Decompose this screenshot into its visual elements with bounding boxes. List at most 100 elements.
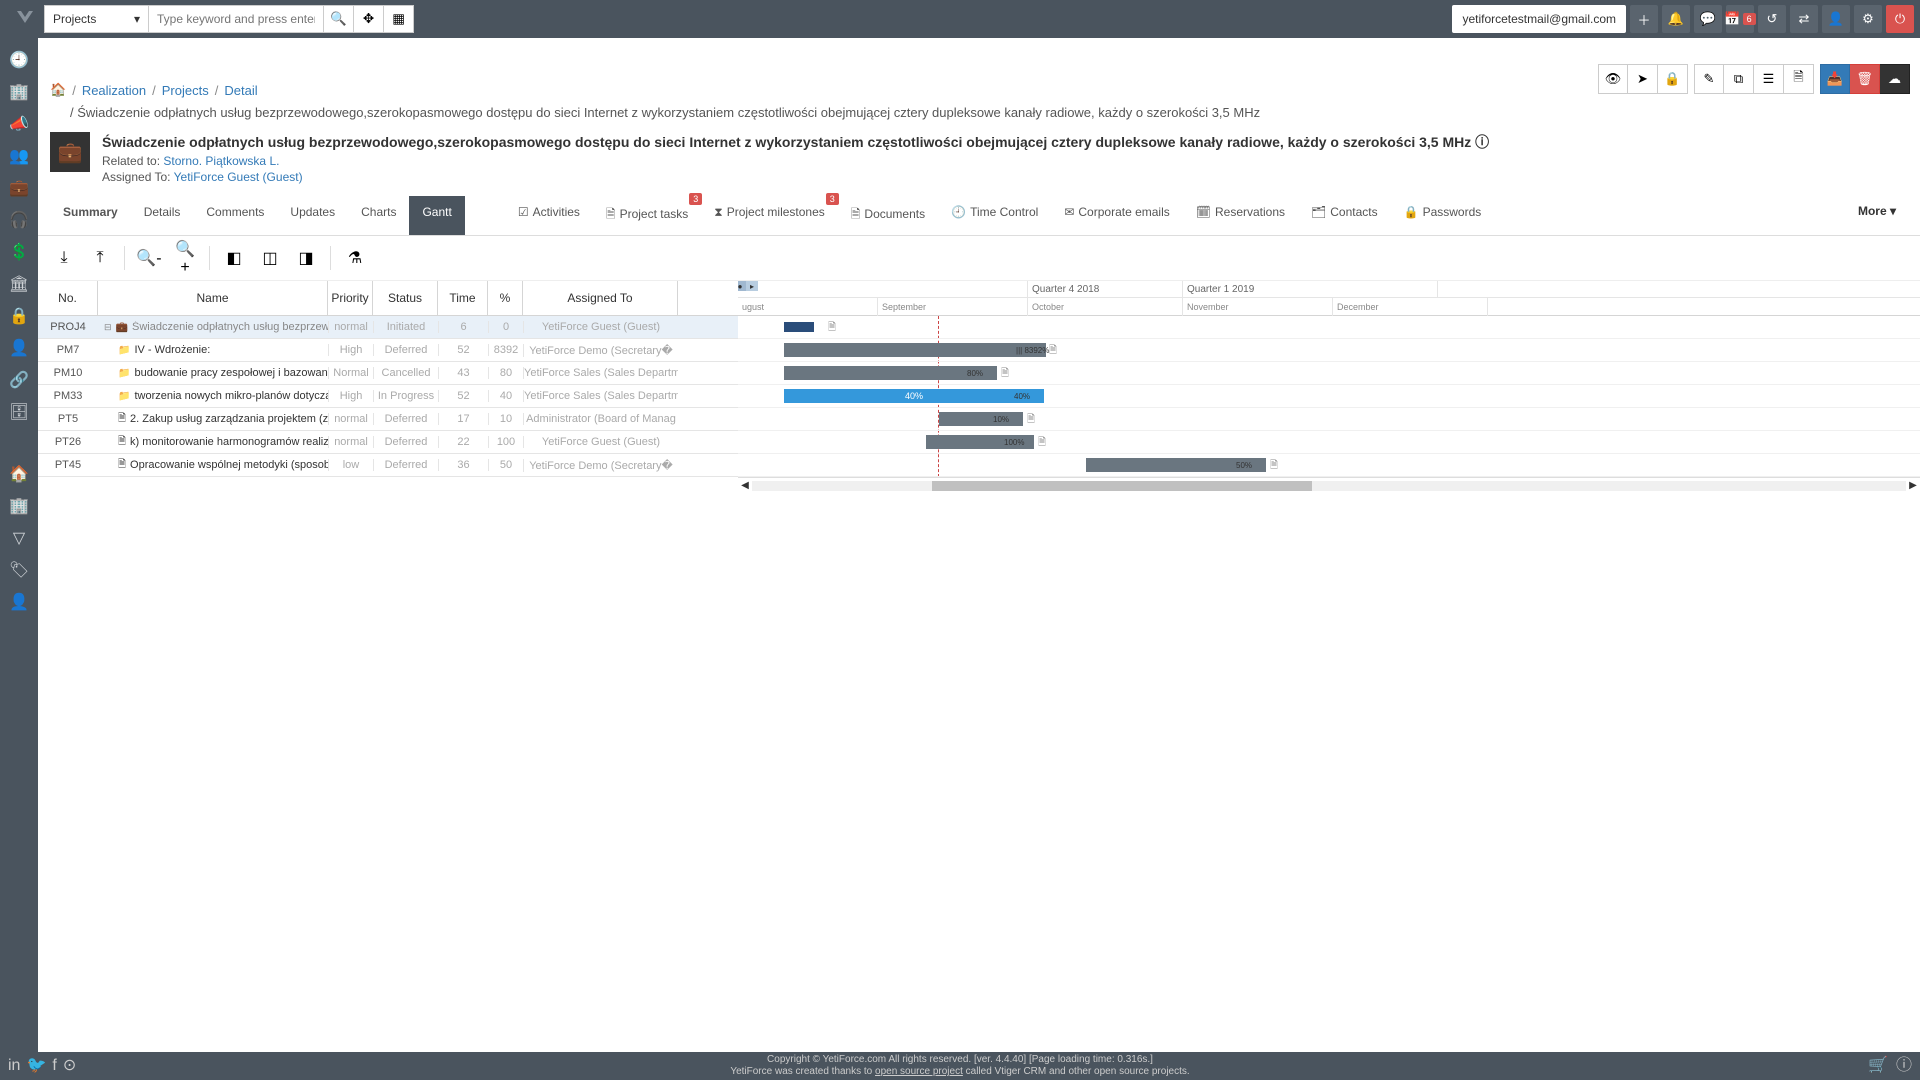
sidebar-projects[interactable]: 💼 — [0, 172, 38, 204]
transfer-button[interactable]: ⇄ — [1790, 5, 1818, 33]
gantt-bar[interactable] — [939, 412, 1023, 426]
sidebar-companies[interactable]: 🏢 — [0, 76, 38, 108]
tab-updates[interactable]: Updates — [277, 196, 348, 235]
watch-button[interactable]: 👁 — [1598, 76, 1628, 94]
quick-create-button[interactable]: ＋ — [1630, 5, 1658, 33]
tab-documents[interactable]: 🗎Documents — [838, 196, 938, 235]
sidebar-dashboard[interactable]: 🕘 — [0, 44, 38, 76]
grid-search-button[interactable]: ▦ — [384, 5, 414, 33]
edit-button[interactable]: ✎ — [1694, 76, 1724, 94]
gantt-row[interactable]: PT5🗎2. Zakup usług zarządzania projektem… — [38, 408, 738, 431]
tab-reservations[interactable]: 🗓Reservations — [1183, 196, 1298, 235]
layout-left-button[interactable]: ◧ — [222, 246, 246, 270]
gantt-row[interactable]: PT45🗎Opracowanie wspólnej metodyki (spos… — [38, 454, 738, 477]
gantt-bar[interactable] — [784, 343, 1046, 357]
info-icon[interactable]: ⓘ — [1475, 134, 1489, 150]
export-button[interactable]: ☁ — [1880, 76, 1910, 94]
search-button[interactable]: 🔍 — [324, 5, 354, 33]
sidebar-finance[interactable]: 💲 — [0, 236, 38, 268]
scroll-left[interactable]: ◀ — [738, 480, 752, 491]
send-button[interactable]: ➤ — [1628, 76, 1658, 94]
tab-summary[interactable]: Summary — [50, 196, 131, 235]
tab-charts[interactable]: Charts — [348, 196, 409, 235]
global-search-input[interactable] — [149, 5, 324, 33]
list-button[interactable]: ☰ — [1754, 76, 1784, 94]
lock-button[interactable]: 🔒 — [1658, 76, 1688, 94]
col-header-no[interactable]: No. — [38, 281, 98, 315]
expand-toggle[interactable]: ⊟ — [104, 322, 112, 333]
sidebar-support[interactable]: 🎧 — [0, 204, 38, 236]
footer-link[interactable]: open source project — [875, 1066, 963, 1077]
duplicate-button[interactable]: ⧉ — [1724, 76, 1754, 94]
gantt-nav-next[interactable]: ▸ — [746, 281, 758, 291]
twitter-icon[interactable]: 🐦 — [26, 1056, 46, 1075]
col-header-pct[interactable]: % — [488, 281, 523, 315]
notifications-button[interactable]: 🔔 — [1662, 5, 1690, 33]
breadcrumb-projects[interactable]: Projects — [162, 83, 209, 98]
tab-comments[interactable]: Comments — [193, 196, 277, 235]
gantt-bar[interactable]: 40% — [784, 389, 1044, 403]
breadcrumb-detail[interactable]: Detail — [224, 83, 257, 98]
archive-button[interactable]: 📥 — [1820, 76, 1850, 94]
sidebar-campaigns[interactable]: 📣 — [0, 108, 38, 140]
tab-time-control[interactable]: 🕘Time Control — [938, 196, 1051, 235]
sidebar-security[interactable]: 🔒 — [0, 300, 38, 332]
tab-gantt[interactable]: Gantt — [409, 196, 464, 235]
sidebar-database[interactable]: 🗄 — [0, 396, 38, 428]
tab-activities[interactable]: ☑Activities — [505, 196, 593, 235]
col-header-status[interactable]: Status — [373, 281, 438, 315]
delete-button[interactable]: 🗑 — [1850, 76, 1880, 94]
sidebar-tags[interactable]: 🏷 — [0, 554, 38, 586]
scroll-right[interactable]: ▶ — [1906, 480, 1920, 491]
gantt-nav-today[interactable]: ● — [738, 281, 746, 291]
col-header-priority[interactable]: Priority — [328, 281, 373, 315]
sidebar-filter[interactable]: ▽ — [0, 522, 38, 554]
tab-project-tasks[interactable]: 🗎Project tasks3 — [593, 196, 701, 235]
scroll-track[interactable] — [752, 481, 1906, 491]
breadcrumb-realization[interactable]: Realization — [82, 83, 146, 98]
tab-corporate-emails[interactable]: ✉Corporate emails — [1051, 196, 1182, 235]
module-selector[interactable]: Projects ▾ — [44, 5, 149, 33]
document-button[interactable]: 🗎 — [1784, 76, 1814, 94]
col-header-time[interactable]: Time — [438, 281, 488, 315]
gantt-row[interactable]: PT26🗎k) monitorowanie harmonogramów real… — [38, 431, 738, 454]
tab-project-milestones[interactable]: ⧗Project milestones3 — [701, 196, 837, 235]
cart-icon[interactable]: 🛒 — [1868, 1056, 1888, 1075]
gantt-row[interactable]: PM33📁tworzenia nowych mikro-planów dotyc… — [38, 385, 738, 408]
zoom-out-button[interactable]: 🔍- — [137, 246, 161, 270]
logout-button[interactable]: ⏻ — [1886, 5, 1914, 33]
scroll-thumb[interactable] — [932, 481, 1312, 491]
gantt-bar[interactable] — [784, 322, 814, 332]
assigned-to-link[interactable]: YetiForce Guest (Guest) — [174, 170, 303, 184]
settings-button[interactable]: ⚙ — [1854, 5, 1882, 33]
calendar-button[interactable]: 📅6 — [1726, 5, 1754, 33]
col-header-assigned[interactable]: Assigned To — [523, 281, 678, 315]
expand-all-button[interactable]: ⤓ — [52, 246, 76, 270]
sidebar-integration[interactable]: 🔗 — [0, 364, 38, 396]
layout-split-button[interactable]: ◫ — [258, 246, 282, 270]
gantt-row[interactable]: PM10📁budowanie pracy zespołowej i bazowa… — [38, 362, 738, 385]
chat-button[interactable]: 💬 — [1694, 5, 1722, 33]
user-email[interactable]: yetiforcetestmail@gmail.com — [1452, 5, 1626, 33]
zoom-in-button[interactable]: 🔍+ — [173, 246, 197, 270]
tab-details[interactable]: Details — [131, 196, 194, 235]
filter-button[interactable]: ⚗ — [343, 246, 367, 270]
history-button[interactable]: ↺ — [1758, 5, 1786, 33]
sidebar-leads[interactable]: 👥 — [0, 140, 38, 172]
advanced-search-button[interactable]: ✥ — [354, 5, 384, 33]
related-to-link[interactable]: Storno. Piątkowska L. — [163, 154, 279, 168]
github-icon[interactable]: ⊙ — [63, 1056, 76, 1075]
tab-contacts[interactable]: 🗂Contacts — [1298, 196, 1391, 235]
collapse-all-button[interactable]: ⤒ — [88, 246, 112, 270]
col-header-name[interactable]: Name — [98, 281, 328, 315]
layout-right-button[interactable]: ◨ — [294, 246, 318, 270]
sidebar-profile[interactable]: 👤 — [0, 586, 38, 618]
sidebar-hr[interactable]: 👤 — [0, 332, 38, 364]
sidebar-buildings[interactable]: 🏢 — [0, 490, 38, 522]
facebook-icon[interactable]: f — [52, 1056, 56, 1075]
sidebar-home[interactable]: 🏠 — [0, 458, 38, 490]
info-icon[interactable]: ⓘ — [1896, 1056, 1912, 1075]
user-button[interactable]: 👤 — [1822, 5, 1850, 33]
tabs-more[interactable]: More ▾ — [1846, 196, 1908, 235]
gantt-row[interactable]: PM7📁IV - Wdrożenie:HighDeferred528392Yet… — [38, 339, 738, 362]
